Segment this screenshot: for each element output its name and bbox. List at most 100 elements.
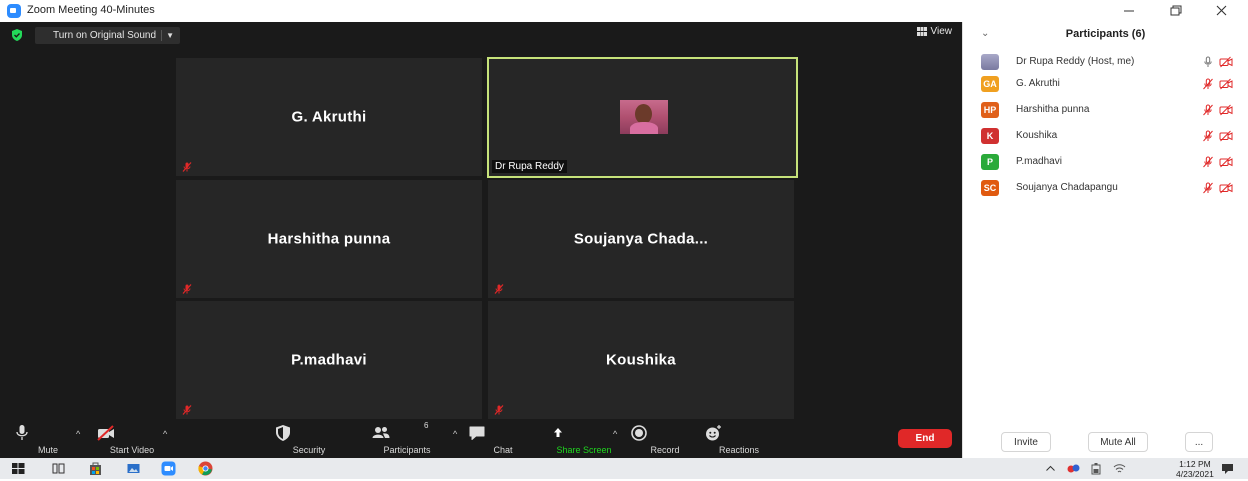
mic-muted-icon[interactable]: [1202, 182, 1214, 194]
end-meeting-button[interactable]: End: [898, 429, 952, 448]
participant-name: Soujanya Chadapangu: [1016, 182, 1118, 193]
video-off-icon[interactable]: [1219, 104, 1233, 116]
chevron-down-icon[interactable]: ▼: [166, 27, 174, 44]
participant-row-koushika[interactable]: K Koushika: [981, 128, 1233, 148]
chrome-icon[interactable]: [198, 461, 213, 476]
participants-label: Participants: [383, 445, 431, 455]
task-view-icon[interactable]: [51, 461, 66, 476]
original-sound-label: Turn on Original Sound: [53, 30, 157, 41]
record-button[interactable]: Record: [629, 424, 701, 455]
window-title: Zoom Meeting 40-Minutes: [27, 4, 155, 16]
video-tile-dr-rupa-reddy[interactable]: Dr Rupa Reddy: [487, 57, 798, 178]
network-icon[interactable]: [1112, 461, 1127, 476]
reactions-smiley-icon: [703, 424, 775, 442]
video-off-icon[interactable]: [1219, 182, 1233, 194]
chat-label: Chat: [493, 445, 513, 455]
participant-row-dr-rupa-reddy[interactable]: Dr Rupa Reddy (Host, me): [981, 54, 1233, 74]
video-off-icon[interactable]: [1219, 130, 1233, 142]
mute-button[interactable]: Mute: [12, 424, 84, 455]
notifications-icon[interactable]: [1220, 461, 1235, 476]
restore-button[interactable]: [1152, 0, 1198, 22]
participants-options-chevron-icon[interactable]: ^: [453, 429, 457, 439]
video-tile-soujanya[interactable]: Soujanya Chada...: [488, 180, 794, 298]
mic-muted-icon: [181, 283, 193, 295]
tile-participant-name: Soujanya Chada...: [573, 230, 709, 248]
security-label: Security: [292, 445, 326, 455]
participant-row-harshitha-punna[interactable]: HP Harshitha punna: [981, 102, 1233, 122]
reactions-label: Reactions: [718, 445, 760, 455]
original-sound-button[interactable]: Turn on Original Sound ▼: [35, 27, 181, 44]
avatar: K: [981, 128, 999, 144]
mic-muted-icon[interactable]: [1202, 130, 1214, 142]
tile-participant-name: G. Akruthi: [291, 108, 367, 126]
participants-icon: 6: [371, 421, 443, 442]
mic-muted-icon[interactable]: [1202, 78, 1214, 90]
tile-participant-name: Koushika: [606, 351, 676, 369]
encryption-shield-icon[interactable]: [10, 28, 24, 42]
participant-name: Harshitha punna: [1016, 104, 1090, 115]
video-off-icon[interactable]: [1219, 156, 1233, 168]
tile-participant-name: P.madhavi: [291, 351, 367, 369]
mic-muted-icon[interactable]: [1202, 104, 1214, 116]
share-screen-label: Share Screen: [556, 445, 612, 455]
participant-row-g-akruthi[interactable]: GA G. Akruthi: [981, 76, 1233, 96]
title-bar: Zoom Meeting 40-Minutes: [0, 0, 1248, 22]
meeting-area: Turn on Original Sound ▼ View G. Akruthi…: [0, 22, 962, 458]
avatar: [981, 54, 999, 70]
participant-name: G. Akruthi: [1016, 78, 1060, 89]
start-video-label: Start Video: [109, 445, 155, 455]
view-button[interactable]: View: [916, 26, 953, 37]
minimize-button[interactable]: [1106, 0, 1152, 22]
audio-options-chevron-icon[interactable]: ^: [76, 429, 80, 439]
video-tile-harshitha-punna[interactable]: Harshitha punna: [176, 180, 482, 298]
reactions-button[interactable]: Reactions: [703, 424, 775, 455]
clock-date: 4/23/2021: [1176, 469, 1214, 479]
share-options-chevron-icon[interactable]: ^: [613, 429, 617, 439]
close-button[interactable]: [1198, 0, 1244, 22]
minimize-icon: [1106, 0, 1152, 22]
windows-taskbar: 1:12 PM 4/23/2021: [0, 458, 1248, 479]
tray-app-icon[interactable]: [1066, 461, 1081, 476]
mute-label: Mute: [37, 445, 58, 455]
mic-muted-icon: [181, 404, 193, 416]
avatar: P: [981, 154, 999, 170]
show-hidden-icons-chevron-icon[interactable]: [1043, 461, 1058, 476]
meeting-toolbar: Mute ^ Start Video ^ Security 6 Particip…: [0, 420, 962, 458]
participants-panel-title: Participants (6): [1065, 28, 1146, 40]
view-label: View: [930, 26, 953, 37]
video-off-icon[interactable]: [1219, 56, 1233, 68]
windows-start-icon[interactable]: [11, 461, 26, 476]
avatar: HP: [981, 102, 999, 118]
security-button[interactable]: Security: [273, 424, 345, 455]
battery-icon[interactable]: [1089, 461, 1104, 476]
start-video-button[interactable]: Start Video: [96, 424, 168, 455]
chat-button[interactable]: Chat: [467, 424, 539, 455]
video-tile-p-madhavi[interactable]: P.madhavi: [176, 301, 482, 419]
participant-row-soujanya-chadapangu[interactable]: SC Soujanya Chadapangu: [981, 180, 1233, 200]
mic-muted-icon[interactable]: [1202, 156, 1214, 168]
video-tile-koushika[interactable]: Koushika: [488, 301, 794, 419]
video-options-chevron-icon[interactable]: ^: [163, 429, 167, 439]
record-label: Record: [650, 445, 680, 455]
participants-button[interactable]: 6 Participants: [371, 421, 443, 455]
grid-view-icon: [916, 27, 927, 36]
participant-video-thumbnail: [620, 100, 668, 134]
video-off-icon[interactable]: [1219, 78, 1233, 90]
share-screen-button[interactable]: Share Screen: [548, 424, 620, 455]
more-options-button[interactable]: ...: [1185, 432, 1213, 452]
tile-participant-name: Dr Rupa Reddy: [492, 160, 567, 173]
clock-time: 1:12 PM: [1179, 459, 1211, 469]
video-tile-g-akruthi[interactable]: G. Akruthi: [176, 58, 482, 176]
chat-icon: [467, 424, 539, 442]
invite-button[interactable]: Invite: [1001, 432, 1051, 452]
participant-count: 6: [424, 421, 429, 430]
microphone-icon[interactable]: [1202, 56, 1214, 68]
store-icon[interactable]: [88, 461, 103, 476]
photos-icon[interactable]: [126, 461, 141, 476]
zoom-app-icon[interactable]: [161, 461, 176, 476]
participant-row-p-madhavi[interactable]: P P.madhavi: [981, 154, 1233, 174]
participant-name: P.madhavi: [1016, 156, 1062, 167]
record-icon: [629, 424, 701, 442]
system-clock[interactable]: 1:12 PM 4/23/2021: [1176, 459, 1214, 479]
mute-all-button[interactable]: Mute All: [1088, 432, 1148, 452]
